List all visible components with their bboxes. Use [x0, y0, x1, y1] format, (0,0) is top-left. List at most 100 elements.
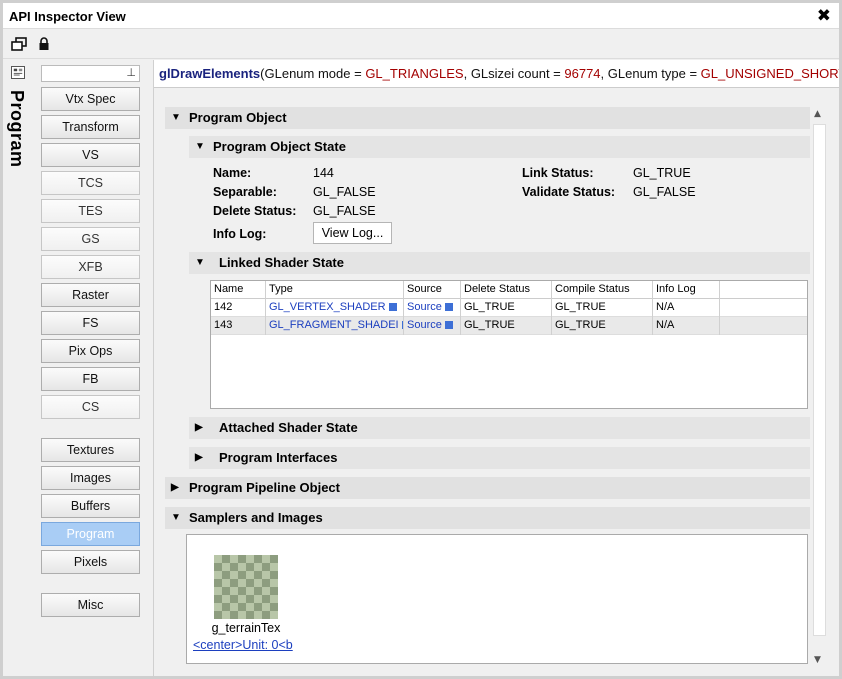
stage-button-tes[interactable]: TES	[41, 199, 140, 223]
table-row[interactable]: 142 GL_VERTEX_SHADER Source GL_TRUE GL_T…	[211, 299, 807, 317]
scrollbar-thumb[interactable]	[813, 124, 826, 636]
section-linked-shader-state[interactable]: ▼ Linked Shader State	[189, 252, 810, 274]
separable-label: Separable:	[213, 185, 277, 199]
cell-type-link[interactable]: GL_VERTEX_SHADER	[266, 299, 404, 317]
external-link-icon	[388, 303, 397, 311]
section-program-object-state[interactable]: ▼ Program Object State	[189, 136, 810, 158]
external-link-icon	[444, 303, 453, 311]
expanded-arrow-icon: ▼	[171, 112, 181, 123]
inspector-panel: glDrawElements(GLenum mode = GL_TRIANGLE…	[154, 60, 839, 676]
section-attached-shader-state[interactable]: ▶ Attached Shader State	[189, 417, 810, 439]
view-log-button[interactable]: View Log...	[313, 222, 392, 244]
stage-button-cs[interactable]: CS	[41, 395, 140, 419]
stage-button-transform[interactable]: Transform	[41, 115, 140, 139]
validate-status-value: GL_FALSE	[633, 185, 696, 199]
call-separator: ,	[600, 66, 608, 81]
delete-status-label: Delete Status:	[213, 204, 297, 218]
link-status-value: GL_TRUE	[633, 166, 691, 180]
cell-name: 143	[211, 317, 266, 335]
cell-type-text: GL_FRAGMENT_SHADEI	[269, 319, 399, 331]
delete-status-value: GL_FALSE	[313, 204, 376, 218]
name-label: Name:	[213, 166, 252, 180]
section-label: Attached Shader State	[219, 420, 358, 435]
info-log-label: Info Log:	[213, 227, 267, 241]
column-header-delete-status[interactable]: Delete Status	[461, 281, 552, 299]
expanded-arrow-icon: ▼	[171, 512, 181, 523]
misc-button[interactable]: Misc	[41, 593, 140, 617]
resource-button-textures[interactable]: Textures	[41, 438, 140, 462]
section-label: Program Object	[189, 110, 287, 125]
cell-type-link[interactable]: GL_FRAGMENT_SHADEI	[266, 317, 404, 335]
cell-compile-status: GL_TRUE	[552, 299, 653, 317]
stage-button-vs[interactable]: VS	[41, 143, 140, 167]
column-header-type[interactable]: Type	[266, 281, 404, 299]
api-inspector-window: API Inspector View ✖ Program ⊥ Vtx Spec …	[0, 0, 842, 679]
cell-delete-status: GL_TRUE	[461, 299, 552, 317]
column-header-name[interactable]: Name	[211, 281, 266, 299]
call-value-type: GL_UNSIGNED_SHORT...	[700, 66, 839, 81]
resource-button-pixels[interactable]: Pixels	[41, 550, 140, 574]
resource-button-images[interactable]: Images	[41, 466, 140, 490]
call-value-mode: GL_TRIANGLES	[365, 66, 464, 81]
external-link-icon	[444, 321, 453, 329]
call-value-count: 96774	[564, 66, 601, 81]
scroll-up-icon[interactable]: ▲	[814, 109, 821, 119]
section-program-object[interactable]: ▼ Program Object	[165, 107, 810, 129]
sampler-unit-link[interactable]: <center>Unit: 0<b	[193, 638, 293, 652]
stage-button-gs[interactable]: GS	[41, 227, 140, 251]
float-window-icon[interactable]	[11, 37, 27, 51]
separable-value: GL_FALSE	[313, 185, 376, 199]
stage-button-fb[interactable]: FB	[41, 367, 140, 391]
cell-info-log: N/A	[653, 317, 720, 335]
lock-icon[interactable]	[36, 37, 52, 51]
inspector-scroll-area: ▼ Program Object ▼ Program Object State …	[162, 104, 831, 666]
pin-icon[interactable]: ⊥	[126, 66, 136, 79]
resource-button-program[interactable]: Program	[41, 522, 140, 546]
section-samplers-and-images[interactable]: ▼ Samplers and Images	[165, 507, 810, 529]
resource-button-buffers[interactable]: Buffers	[41, 494, 140, 518]
collapsed-arrow-icon: ▶	[195, 422, 203, 433]
samplers-panel: g_terrainTex <center>Unit: 0<b	[186, 534, 808, 664]
stage-button-raster[interactable]: Raster	[41, 283, 140, 307]
close-icon[interactable]: ✖	[817, 6, 831, 26]
validate-status-label: Validate Status:	[522, 185, 616, 199]
stage-filter-input[interactable]: ⊥	[41, 65, 140, 82]
sampler-name: g_terrainTex	[211, 621, 281, 635]
stage-button-fs[interactable]: FS	[41, 311, 140, 335]
section-label: Program Interfaces	[219, 450, 338, 465]
collapsed-arrow-icon: ▶	[195, 452, 203, 463]
stage-button-vtx-spec[interactable]: Vtx Spec	[41, 87, 140, 111]
stage-navigator: ⊥ Vtx Spec Transform VS TCS TES GS XFB R…	[33, 60, 150, 676]
vertical-tab-label: Program	[7, 90, 27, 168]
section-label: Linked Shader State	[219, 255, 344, 270]
column-header-info-log[interactable]: Info Log	[653, 281, 720, 299]
section-program-interfaces[interactable]: ▶ Program Interfaces	[189, 447, 810, 469]
call-function-name: glDrawElements	[159, 66, 261, 81]
stage-button-tcs[interactable]: TCS	[41, 171, 140, 195]
cell-type-text: GL_VERTEX_SHADER	[269, 301, 386, 313]
table-row[interactable]: 143 GL_FRAGMENT_SHADEI Source GL_TRUE GL…	[211, 317, 807, 335]
vertical-tab-program[interactable]: Program	[3, 60, 33, 676]
cell-source-link[interactable]: Source	[404, 299, 461, 317]
table-header: Name Type Source Delete Status Compile S…	[211, 281, 807, 299]
linked-shader-table: Name Type Source Delete Status Compile S…	[210, 280, 808, 409]
cell-name: 142	[211, 299, 266, 317]
window-title: API Inspector View	[9, 9, 126, 24]
stage-button-xfb[interactable]: XFB	[41, 255, 140, 279]
pipeline-icon	[11, 66, 25, 79]
vertical-scrollbar[interactable]: ▲ ▼	[811, 107, 828, 667]
call-signature: glDrawElements(GLenum mode = GL_TRIANGLE…	[154, 60, 839, 88]
column-header-compile-status[interactable]: Compile Status	[552, 281, 653, 299]
cell-compile-status: GL_TRUE	[552, 317, 653, 335]
section-label: Program Object State	[213, 139, 346, 154]
cell-source-text: Source	[407, 301, 442, 313]
name-value: 144	[313, 166, 334, 180]
section-program-pipeline-object[interactable]: ▶ Program Pipeline Object	[165, 477, 810, 499]
scroll-down-icon[interactable]: ▼	[814, 655, 821, 665]
texture-thumbnail[interactable]	[214, 555, 278, 619]
expanded-arrow-icon: ▼	[195, 141, 205, 152]
column-header-source[interactable]: Source	[404, 281, 461, 299]
stage-button-pix-ops[interactable]: Pix Ops	[41, 339, 140, 363]
call-param-count: GLsizei count =	[470, 66, 565, 81]
cell-source-link[interactable]: Source	[404, 317, 461, 335]
